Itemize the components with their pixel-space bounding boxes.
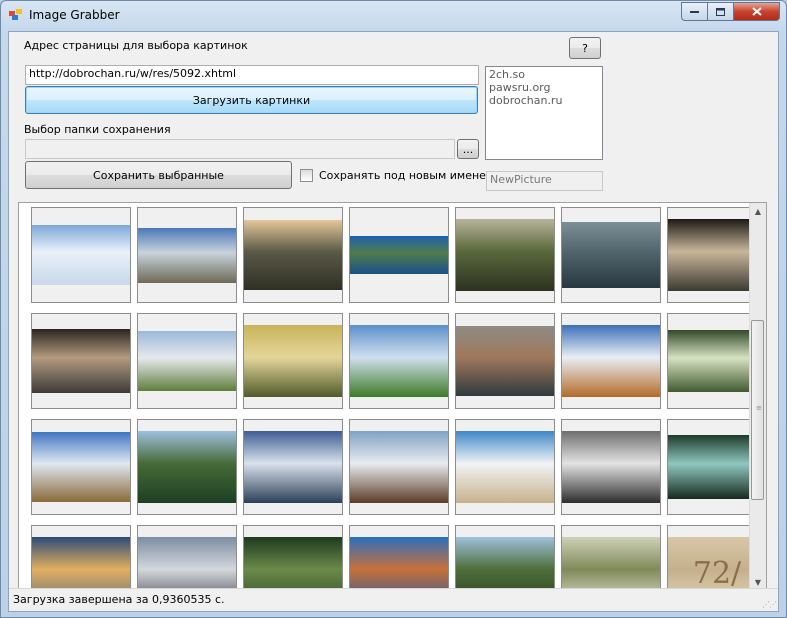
close-button[interactable]	[734, 2, 780, 21]
size-grip-icon[interactable]: ⋰⋰	[762, 600, 777, 609]
thumbnail-cell[interactable]	[137, 419, 237, 515]
thumbnail-cell[interactable]	[455, 525, 555, 590]
thumbnail-cell[interactable]	[243, 419, 343, 515]
thumbnail-image	[244, 431, 342, 503]
thumbnail-cell[interactable]	[561, 313, 661, 409]
scrollbar-thumb[interactable]: ≡	[751, 320, 764, 500]
thumbnail-image	[138, 227, 236, 283]
checkbox-box[interactable]	[300, 169, 313, 182]
rename-checkbox-label: Сохранять под новым именем	[319, 169, 495, 182]
scroll-up-arrow-icon[interactable]: ▲	[750, 203, 766, 219]
load-images-button[interactable]: Загрузить картинки	[25, 86, 478, 114]
url-label: Адрес страницы для выбора картинок	[24, 39, 248, 52]
thumbnail-image	[562, 222, 660, 288]
site-list-item[interactable]: 2ch.so	[489, 68, 599, 81]
title-bar[interactable]: Image Grabber	[1, 1, 786, 31]
thumbnail-cell[interactable]	[137, 313, 237, 409]
folder-label: Выбор папки сохранения	[24, 123, 171, 136]
thumbnail-image	[456, 326, 554, 396]
vertical-scrollbar[interactable]: ▲ ≡ ▼	[749, 203, 766, 590]
close-icon	[751, 7, 762, 16]
thumbnail-cell[interactable]	[455, 202, 555, 203]
browse-folder-button[interactable]: ...	[457, 139, 479, 159]
thumbnail-image	[32, 225, 130, 285]
thumbnail-cell[interactable]	[349, 207, 449, 303]
thumbnail-cell[interactable]	[243, 207, 343, 303]
thumbnail-cell[interactable]	[137, 207, 237, 303]
thumbnail-cell[interactable]	[349, 313, 449, 409]
thumbnail-image	[456, 431, 554, 503]
thumbnail-image	[138, 331, 236, 391]
site-list-item[interactable]: pawsru.org	[489, 81, 599, 94]
maximize-icon	[716, 7, 725, 16]
thumbnail-cell[interactable]	[243, 313, 343, 409]
site-list-item[interactable]: dobrochan.ru	[489, 94, 599, 107]
thumbnail-image	[244, 220, 342, 290]
thumbnail-image	[456, 219, 554, 291]
thumbnail-cell[interactable]	[455, 207, 555, 303]
thumbnail-cell[interactable]	[31, 313, 131, 409]
thumbnail-cell[interactable]	[455, 419, 555, 515]
site-list[interactable]: 2ch.so pawsru.org dobrochan.ru	[485, 66, 603, 160]
thumbnail-cell[interactable]	[31, 207, 131, 303]
thumbnail-image	[350, 325, 448, 397]
thumbnail-image	[350, 537, 448, 590]
thumbnail-image	[32, 537, 130, 590]
thumbnail-image	[456, 537, 554, 590]
thumbnail-image	[562, 537, 660, 590]
thumbnail-image	[32, 329, 130, 393]
thumbnail-cell[interactable]	[455, 313, 555, 409]
maximize-button[interactable]	[708, 2, 734, 21]
thumbnail-image	[32, 432, 130, 502]
thumbnail-cell[interactable]	[137, 525, 237, 590]
thumbnail-cell[interactable]	[243, 525, 343, 590]
thumbnail-image	[244, 537, 342, 590]
thumbnail-image	[350, 431, 448, 503]
folder-path-input[interactable]	[25, 139, 455, 159]
thumbnail-cell[interactable]	[349, 419, 449, 515]
client-area: Адрес страницы для выбора картинок ? htt…	[8, 31, 779, 612]
thumbnail-image	[244, 325, 342, 397]
thumbnail-cell[interactable]	[349, 202, 449, 203]
minimize-button[interactable]	[681, 2, 708, 21]
thumbnail-cell[interactable]	[243, 202, 343, 203]
window-title: Image Grabber	[29, 8, 120, 22]
grip-icon: ≡	[756, 404, 762, 412]
thumbnail-cell[interactable]	[31, 419, 131, 515]
thumbnail-cell[interactable]	[349, 525, 449, 590]
new-name-input[interactable]: NewPicture	[486, 171, 603, 191]
thumbnail-image	[138, 431, 236, 503]
thumbnail-cell[interactable]	[561, 419, 661, 515]
thumbnail-image	[562, 431, 660, 503]
image-gallery[interactable]: 72/ ▲ ≡ ▼	[18, 202, 767, 591]
thumbnail-cell[interactable]	[31, 202, 131, 203]
rename-checkbox[interactable]: Сохранять под новым именем	[300, 169, 494, 182]
thumbnail-image	[350, 236, 448, 274]
thumbnail-image	[138, 537, 236, 590]
thumbnail-cell[interactable]	[561, 207, 661, 303]
thumbnail-cell[interactable]	[31, 525, 131, 590]
status-bar: Загрузка завершена за 0,9360535 с. ⋰⋰	[9, 588, 778, 611]
app-icon	[9, 9, 22, 20]
thumbnail-cell[interactable]	[561, 202, 661, 203]
save-selected-button[interactable]: Сохранить выбранные	[25, 161, 292, 189]
thumbnail-cell[interactable]	[561, 525, 661, 590]
thumbnail-cell[interactable]	[137, 202, 237, 203]
minimize-icon	[690, 10, 699, 13]
app-window: Image Grabber Адрес страницы для выбора …	[0, 0, 787, 618]
url-input[interactable]: http://dobrochan.ru/w/res/5092.xhtml	[25, 65, 479, 85]
thumbnail-image	[562, 325, 660, 397]
status-text: Загрузка завершена за 0,9360535 с.	[13, 593, 225, 606]
help-button[interactable]: ?	[569, 37, 601, 59]
